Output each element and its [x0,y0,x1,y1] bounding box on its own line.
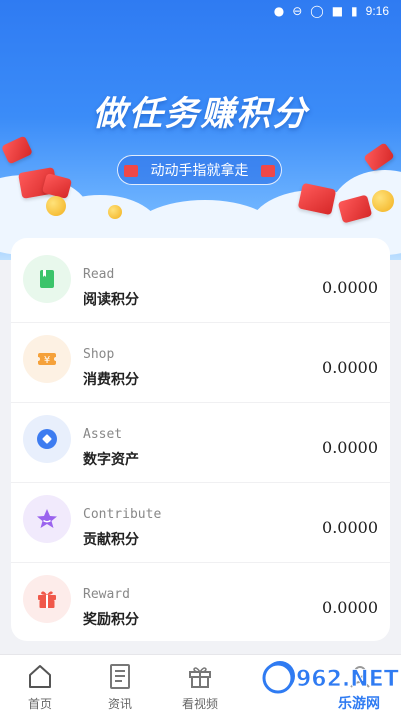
points-row-reward[interactable]: Reward 奖励积分 0.0000 [11,563,390,641]
gift-box-icon [183,659,217,693]
row-points-value: 0.0000 [322,358,378,377]
svg-text:¥: ¥ [44,355,50,366]
red-envelope-decoration [0,135,34,165]
nav-item-home[interactable]: 首页 [0,655,80,714]
banner-title: 做任务赚积分 [92,94,309,134]
nav-label: 看视频 [181,697,218,711]
nav-item-profile[interactable] [320,655,400,714]
row-english-label: Shop [83,347,115,362]
row-english-label: Asset [83,427,123,442]
points-row-read[interactable]: Read 阅读积分 0.0000 [11,243,390,323]
dnd-icon: ◯ [310,4,324,18]
center-circle-icon [263,659,297,693]
points-row-asset[interactable]: Asset 数字资产 0.0000 [11,403,390,483]
points-card: Read 阅读积分 0.0000 ¥ Shop 消费积分 0.0000 Asse… [11,238,390,641]
status-bar: ● ⊖ ◯ ■ ▮ 9:16 [0,0,401,22]
row-chinese-label: 奖励积分 [83,612,139,628]
red-envelope-icon [261,165,275,177]
row-points-value: 0.0000 [322,438,378,457]
points-row-contribute[interactable]: Contribute 贡献积分 0.0000 [11,483,390,563]
location-icon: ● [273,4,285,18]
yen-ticket-icon: ¥ [23,335,71,383]
gold-coin-decoration [372,190,394,212]
row-points-value: 0.0000 [322,518,378,537]
nav-item-center[interactable] [240,655,320,714]
row-chinese-label: 阅读积分 [83,292,139,308]
book-icon [23,255,71,303]
row-english-label: Read [83,267,115,282]
gold-coin-decoration [108,205,122,219]
row-chinese-label: 贡献积分 [83,532,139,548]
row-points-value: 0.0000 [322,278,378,297]
row-english-label: Reward [83,587,130,602]
red-envelope-icon [124,165,138,177]
user-icon [343,659,377,693]
row-english-label: Contribute [83,507,162,522]
row-points-value: 0.0000 [322,598,378,617]
no-signal-icon: ■ [331,4,344,18]
red-envelope-decoration [363,142,395,172]
nav-label: 首页 [27,697,52,711]
nav-item-video[interactable]: 看视频 [160,655,240,714]
row-chinese-label: 消费积分 [83,372,139,388]
row-chinese-label: 数字资产 [83,452,139,468]
home-icon [23,659,57,693]
bottom-nav: 首页 资讯 看视频 [0,654,401,714]
status-time: 9:16 [365,4,389,18]
minus-circle-icon: ⊖ [292,4,303,18]
gold-coin-decoration [46,196,66,216]
star-icon [23,495,71,543]
battery-icon: ▮ [351,4,358,18]
asset-coin-icon [23,415,71,463]
nav-label: 资讯 [107,697,132,711]
header-banner: ● ⊖ ◯ ■ ▮ 9:16 做任务赚积分 动动手指就拿走 [0,0,401,260]
banner-slogan-pill: 动动手指就拿走 [117,155,282,185]
nav-item-news[interactable]: 资讯 [80,655,160,714]
points-row-shop[interactable]: ¥ Shop 消费积分 0.0000 [11,323,390,403]
banner-slogan: 动动手指就拿走 [150,163,249,179]
news-icon [103,659,137,693]
gift-icon [23,575,71,623]
